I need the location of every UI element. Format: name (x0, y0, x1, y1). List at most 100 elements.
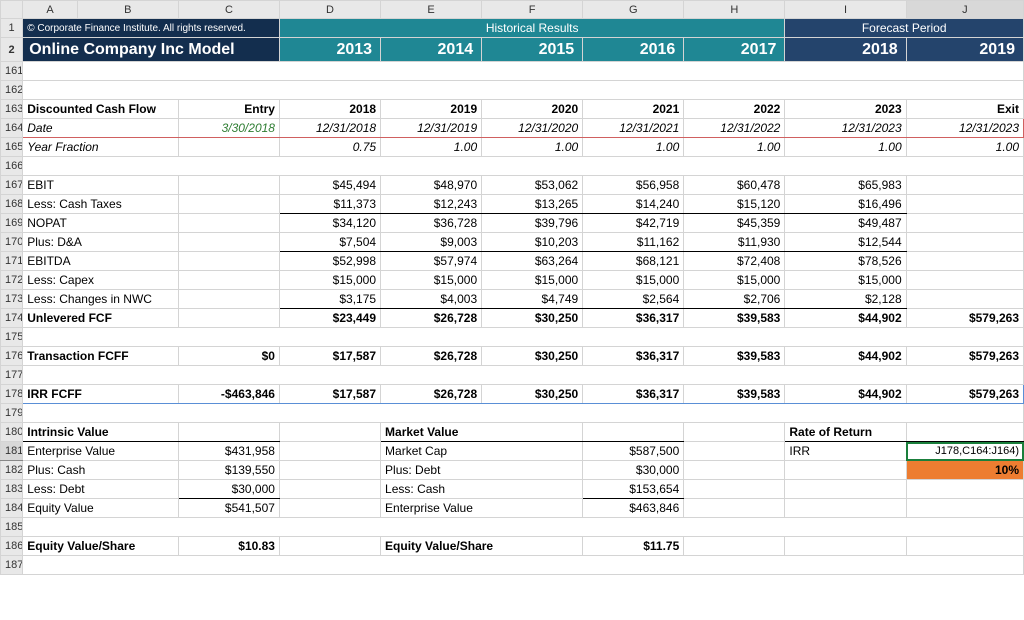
capex-h[interactable]: $15,000 (684, 271, 785, 290)
capex-f[interactable]: $15,000 (482, 271, 583, 290)
date-2023[interactable]: 12/31/2023 (785, 119, 906, 138)
ebit-d[interactable]: $45,494 (279, 176, 380, 195)
col-B[interactable]: B (77, 1, 178, 19)
da-e[interactable]: $9,003 (381, 233, 482, 252)
tfcff-row[interactable]: 176 Transaction FCFF $0 $17,587 $26,728 … (1, 347, 1024, 366)
iv-cash-val[interactable]: $139,550 (178, 461, 279, 480)
ebitda-f[interactable]: $63,264 (482, 252, 583, 271)
row-header-1[interactable]: 1 (1, 19, 23, 38)
row-header-2[interactable]: 2 (1, 38, 23, 62)
date-2019[interactable]: 12/31/2019 (381, 119, 482, 138)
row-183[interactable]: 183 Less: Debt $30,000 Less: Cash $153,6… (1, 480, 1024, 499)
tfcff-e[interactable]: $26,728 (381, 347, 482, 366)
mv-ev-val[interactable]: $463,846 (583, 499, 684, 518)
nwc-i[interactable]: $2,128 (785, 290, 906, 309)
tfcff-c[interactable]: $0 (178, 347, 279, 366)
ufcf-j[interactable]: $579,263 (906, 309, 1023, 328)
col-H[interactable]: H (684, 1, 785, 19)
capex-d[interactable]: $15,000 (279, 271, 380, 290)
mv-ps-val[interactable]: $11.75 (583, 537, 684, 556)
ufcf-row[interactable]: 174 Unlevered FCF $23,449 $26,728 $30,25… (1, 309, 1024, 328)
iv-equity-val[interactable]: $541,507 (178, 499, 279, 518)
iv-debt-val[interactable]: $30,000 (178, 480, 279, 499)
nwc-row[interactable]: 173 Less: Changes in NWC $3,175 $4,003 $… (1, 290, 1024, 309)
date-2022[interactable]: 12/31/2022 (684, 119, 785, 138)
nwc-g[interactable]: $2,564 (583, 290, 684, 309)
col-D[interactable]: D (279, 1, 380, 19)
tax-e[interactable]: $12,243 (381, 195, 482, 214)
taxes-row[interactable]: 168 Less: Cash Taxes $11,373 $12,243 $13… (1, 195, 1024, 214)
selected-cell-formula[interactable]: J178,C164:J164) (906, 442, 1023, 461)
row-182[interactable]: 182 Plus: Cash $139,550 Plus: Debt $30,0… (1, 461, 1024, 480)
nwc-e[interactable]: $4,003 (381, 290, 482, 309)
ebitda-e[interactable]: $57,974 (381, 252, 482, 271)
ebit-row[interactable]: 167 EBIT $45,494 $48,970 $53,062 $56,958… (1, 176, 1024, 195)
irrfcff-e[interactable]: $26,728 (381, 385, 482, 404)
year-fraction-row[interactable]: 165 Year Fraction 0.75 1.00 1.00 1.00 1.… (1, 138, 1024, 157)
date-entry[interactable]: 3/30/2018 (178, 119, 279, 138)
irrfcff-h[interactable]: $39,583 (684, 385, 785, 404)
iv-ps-val[interactable]: $10.83 (178, 537, 279, 556)
da-i[interactable]: $12,544 (785, 233, 906, 252)
ufcf-f[interactable]: $30,250 (482, 309, 583, 328)
nopat-i[interactable]: $49,487 (785, 214, 906, 233)
date-2018[interactable]: 12/31/2018 (279, 119, 380, 138)
yf-d[interactable]: 0.75 (279, 138, 380, 157)
tfcff-h[interactable]: $39,583 (684, 347, 785, 366)
tfcff-g[interactable]: $36,317 (583, 347, 684, 366)
mv-debt-val[interactable]: $30,000 (583, 461, 684, 480)
irrfcff-j[interactable]: $579,263 (906, 385, 1023, 404)
mv-cap-val[interactable]: $587,500 (583, 442, 684, 461)
ufcf-d[interactable]: $23,449 (279, 309, 380, 328)
nopat-h[interactable]: $45,359 (684, 214, 785, 233)
irrfcff-i[interactable]: $44,902 (785, 385, 906, 404)
irr-fcff-row[interactable]: 178 IRR FCFF -$463,846 $17,587 $26,728 $… (1, 385, 1024, 404)
col-F[interactable]: F (482, 1, 583, 19)
nwc-f[interactable]: $4,749 (482, 290, 583, 309)
da-h[interactable]: $11,930 (684, 233, 785, 252)
capex-i[interactable]: $15,000 (785, 271, 906, 290)
row-2[interactable]: 2 Online Company Inc Model 2013 2014 201… (1, 38, 1024, 62)
row-1[interactable]: 1 © Corporate Finance Institute. All rig… (1, 19, 1024, 38)
irr-value[interactable]: 10% (906, 461, 1023, 480)
nopat-g[interactable]: $42,719 (583, 214, 684, 233)
irrfcff-f[interactable]: $30,250 (482, 385, 583, 404)
yf-i[interactable]: 1.00 (785, 138, 906, 157)
ebitda-row[interactable]: 171 EBITDA $52,998 $57,974 $63,264 $68,1… (1, 252, 1024, 271)
ufcf-e[interactable]: $26,728 (381, 309, 482, 328)
col-I[interactable]: I (785, 1, 906, 19)
yf-h[interactable]: 1.00 (684, 138, 785, 157)
da-d[interactable]: $7,504 (279, 233, 380, 252)
nopat-e[interactable]: $36,728 (381, 214, 482, 233)
nopat-f[interactable]: $39,796 (482, 214, 583, 233)
nwc-h[interactable]: $2,706 (684, 290, 785, 309)
date-exit[interactable]: 12/31/2023 (906, 119, 1023, 138)
irrfcff-d[interactable]: $17,587 (279, 385, 380, 404)
tax-f[interactable]: $13,265 (482, 195, 583, 214)
ebitda-g[interactable]: $68,121 (583, 252, 684, 271)
capex-g[interactable]: $15,000 (583, 271, 684, 290)
value-headers-row[interactable]: 180 Intrinsic Value Market Value Rate of… (1, 423, 1024, 442)
ufcf-g[interactable]: $36,317 (583, 309, 684, 328)
row-header-162[interactable]: 162 (1, 81, 23, 100)
tfcff-i[interactable]: $44,902 (785, 347, 906, 366)
yf-f[interactable]: 1.00 (482, 138, 583, 157)
tax-g[interactable]: $14,240 (583, 195, 684, 214)
col-A[interactable]: A (23, 1, 78, 19)
row-181[interactable]: 181 Enterprise Value $431,958 Market Cap… (1, 442, 1024, 461)
row-186[interactable]: 186 Equity Value/Share $10.83 Equity Val… (1, 537, 1024, 556)
tfcff-f[interactable]: $30,250 (482, 347, 583, 366)
capex-row[interactable]: 172 Less: Capex $15,000 $15,000 $15,000 … (1, 271, 1024, 290)
dcf-header-row[interactable]: 163 Discounted Cash Flow Entry 2018 2019… (1, 100, 1024, 119)
date-2020[interactable]: 12/31/2020 (482, 119, 583, 138)
nwc-d[interactable]: $3,175 (279, 290, 380, 309)
column-headers[interactable]: A B C D E F G H I J (1, 1, 1024, 19)
capex-e[interactable]: $15,000 (381, 271, 482, 290)
irrfcff-c[interactable]: -$463,846 (178, 385, 279, 404)
ebit-e[interactable]: $48,970 (381, 176, 482, 195)
yf-e[interactable]: 1.00 (381, 138, 482, 157)
irrfcff-g[interactable]: $36,317 (583, 385, 684, 404)
ebit-g[interactable]: $56,958 (583, 176, 684, 195)
date-2021[interactable]: 12/31/2021 (583, 119, 684, 138)
ebitda-i[interactable]: $78,526 (785, 252, 906, 271)
